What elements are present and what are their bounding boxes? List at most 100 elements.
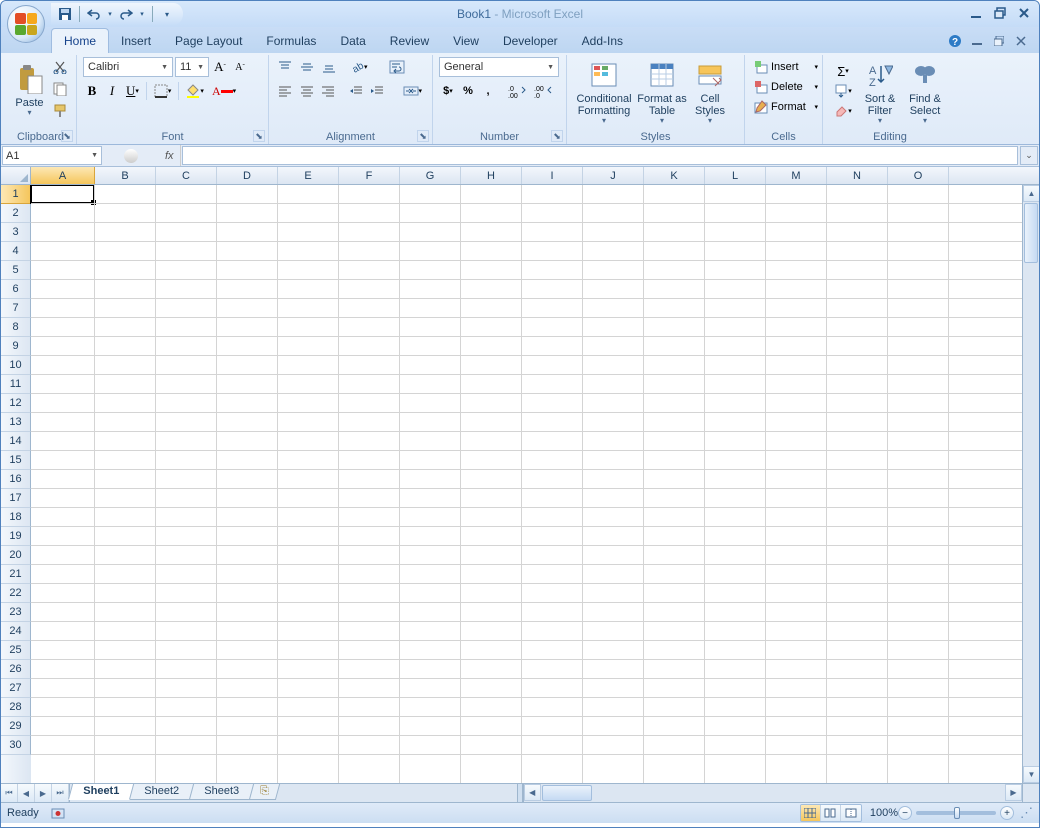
save-icon[interactable]: [57, 6, 73, 22]
scroll-down-icon[interactable]: ▼: [1023, 766, 1039, 783]
decrease-indent-button[interactable]: [346, 81, 366, 101]
tab-view[interactable]: View: [441, 29, 491, 53]
insert-cells-button[interactable]: Insert▾: [751, 57, 821, 77]
horizontal-scrollbar[interactable]: ◀ ▶: [523, 784, 1022, 802]
sheet-nav-prev-icon[interactable]: ◀: [18, 784, 35, 802]
sheet-tab-2[interactable]: Sheet2: [129, 784, 194, 800]
tab-developer[interactable]: Developer: [491, 29, 570, 53]
scroll-right-icon[interactable]: ▶: [1005, 784, 1022, 801]
column-header-G[interactable]: G: [400, 167, 461, 184]
row-header-4[interactable]: 4: [1, 242, 31, 261]
row-header-6[interactable]: 6: [1, 280, 31, 299]
workbook-close-icon[interactable]: [1013, 33, 1029, 49]
bold-button[interactable]: B: [83, 81, 101, 101]
row-header-3[interactable]: 3: [1, 223, 31, 242]
undo-icon[interactable]: [86, 6, 102, 22]
zoom-in-icon[interactable]: +: [1000, 806, 1014, 820]
format-cells-button[interactable]: Format▾: [751, 97, 821, 117]
tab-add-ins[interactable]: Add-Ins: [570, 29, 635, 53]
column-header-A[interactable]: A: [31, 167, 95, 184]
tab-review[interactable]: Review: [378, 29, 441, 53]
format-as-table-button[interactable]: Format as Table▾: [637, 57, 687, 126]
column-header-B[interactable]: B: [95, 167, 156, 184]
zoom-level[interactable]: 100%: [870, 807, 898, 819]
row-header-11[interactable]: 11: [1, 375, 31, 394]
merge-center-button[interactable]: ▾: [399, 81, 426, 101]
row-header-26[interactable]: 26: [1, 660, 31, 679]
row-header-14[interactable]: 14: [1, 432, 31, 451]
column-header-D[interactable]: D: [217, 167, 278, 184]
undo-dropdown-icon[interactable]: ▾: [106, 6, 114, 22]
align-center-button[interactable]: [297, 81, 317, 101]
clear-button[interactable]: ▾: [829, 101, 857, 121]
scroll-up-icon[interactable]: ▲: [1023, 185, 1039, 202]
row-header-18[interactable]: 18: [1, 508, 31, 527]
redo-icon[interactable]: [118, 6, 134, 22]
row-header-12[interactable]: 12: [1, 394, 31, 413]
row-header-1[interactable]: 1: [1, 185, 31, 204]
row-header-10[interactable]: 10: [1, 356, 31, 375]
alignment-launcher-icon[interactable]: ⬊: [417, 130, 429, 142]
column-header-J[interactable]: J: [583, 167, 644, 184]
row-header-29[interactable]: 29: [1, 717, 31, 736]
row-header-20[interactable]: 20: [1, 546, 31, 565]
tab-formulas[interactable]: Formulas: [254, 29, 328, 53]
close-icon[interactable]: [1015, 5, 1033, 21]
column-header-H[interactable]: H: [461, 167, 522, 184]
fill-button[interactable]: ▾: [829, 81, 857, 101]
cell-area[interactable]: [31, 185, 1022, 783]
restore-icon[interactable]: [991, 5, 1009, 21]
cut-button[interactable]: [50, 57, 70, 77]
row-header-22[interactable]: 22: [1, 584, 31, 603]
horizontal-scroll-thumb[interactable]: [542, 785, 592, 801]
copy-button[interactable]: [50, 79, 70, 99]
tab-data[interactable]: Data: [328, 29, 377, 53]
sheet-nav-next-icon[interactable]: ▶: [35, 784, 52, 802]
expand-formula-bar-icon[interactable]: ⌄: [1020, 146, 1038, 165]
column-header-E[interactable]: E: [278, 167, 339, 184]
normal-view-icon[interactable]: [801, 805, 821, 821]
vertical-scroll-thumb[interactable]: [1024, 203, 1038, 263]
workbook-minimize-icon[interactable]: [969, 33, 985, 49]
customize-qat-icon[interactable]: ▾: [159, 6, 175, 22]
help-icon[interactable]: ?: [947, 33, 963, 49]
font-launcher-icon[interactable]: ⬊: [253, 130, 265, 142]
page-layout-view-icon[interactable]: [821, 805, 841, 821]
row-header-25[interactable]: 25: [1, 641, 31, 660]
name-box[interactable]: A1▼: [2, 146, 102, 165]
shrink-font-button[interactable]: Aˇ: [231, 57, 249, 77]
row-header-17[interactable]: 17: [1, 489, 31, 508]
align-left-button[interactable]: [275, 81, 295, 101]
tab-insert[interactable]: Insert: [109, 29, 163, 53]
find-select-button[interactable]: Find & Select▾: [903, 57, 947, 126]
align-middle-button[interactable]: [297, 57, 317, 77]
row-header-19[interactable]: 19: [1, 527, 31, 546]
number-format-combo[interactable]: General▼: [439, 57, 559, 77]
sort-filter-button[interactable]: AZ Sort & Filter▾: [859, 57, 901, 126]
delete-cells-button[interactable]: Delete▾: [751, 77, 821, 97]
column-header-M[interactable]: M: [766, 167, 827, 184]
macro-record-icon[interactable]: [51, 806, 65, 820]
row-header-5[interactable]: 5: [1, 261, 31, 280]
row-header-2[interactable]: 2: [1, 204, 31, 223]
column-header-O[interactable]: O: [888, 167, 949, 184]
sheet-tab-3[interactable]: Sheet3: [189, 784, 254, 800]
font-color-button[interactable]: A▾: [209, 81, 239, 101]
italic-button[interactable]: I: [103, 81, 121, 101]
row-header-15[interactable]: 15: [1, 451, 31, 470]
row-header-30[interactable]: 30: [1, 736, 31, 755]
increase-indent-button[interactable]: [367, 81, 387, 101]
row-header-24[interactable]: 24: [1, 622, 31, 641]
column-header-K[interactable]: K: [644, 167, 705, 184]
zoom-slider-thumb[interactable]: [954, 807, 960, 819]
row-header-9[interactable]: 9: [1, 337, 31, 356]
sheet-nav-first-icon[interactable]: ⏮: [1, 784, 18, 802]
column-header-N[interactable]: N: [827, 167, 888, 184]
row-header-27[interactable]: 27: [1, 679, 31, 698]
office-button[interactable]: [7, 5, 45, 43]
font-name-combo[interactable]: Calibri▼: [83, 57, 173, 77]
fx-label[interactable]: fx: [159, 145, 181, 166]
select-all-corner[interactable]: [1, 167, 31, 184]
row-header-7[interactable]: 7: [1, 299, 31, 318]
number-launcher-icon[interactable]: ⬊: [551, 130, 563, 142]
